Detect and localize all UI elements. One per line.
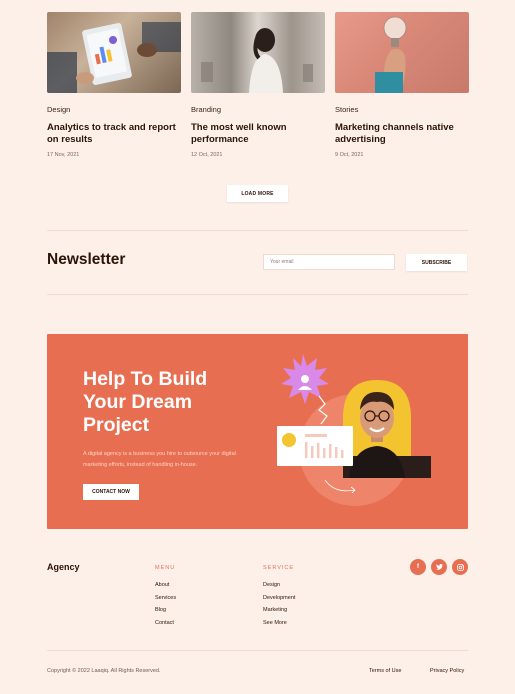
email-input[interactable] bbox=[263, 254, 395, 270]
terms-link[interactable]: Terms of Use bbox=[369, 668, 401, 674]
instagram-icon[interactable] bbox=[452, 559, 468, 575]
footer-link-blog[interactable]: Blog bbox=[155, 607, 176, 613]
divider bbox=[47, 650, 468, 651]
person-illustration bbox=[277, 354, 431, 506]
card-date: 9 Oct, 2021 bbox=[335, 152, 364, 158]
contact-now-button[interactable]: CONTACT NOW bbox=[83, 484, 139, 500]
newsletter-title: Newsletter bbox=[47, 251, 126, 268]
footer-link-about[interactable]: About bbox=[155, 582, 176, 588]
card-date: 12 Oct, 2021 bbox=[191, 152, 223, 158]
load-more-button[interactable]: LOAD MORE bbox=[227, 185, 288, 202]
social-links: f bbox=[410, 559, 468, 575]
brand-logo[interactable]: Agency bbox=[47, 562, 80, 572]
footer-service: SERVICE Design Development Marketing See… bbox=[263, 565, 295, 626]
lightbulb-hand-image[interactable] bbox=[335, 12, 469, 93]
divider bbox=[47, 294, 468, 295]
card-title[interactable]: The most well known performance bbox=[191, 122, 325, 145]
woman-back-image[interactable] bbox=[191, 12, 325, 93]
footer-link-development[interactable]: Development bbox=[263, 595, 295, 601]
footer-link-contact[interactable]: Contact bbox=[155, 620, 176, 626]
service-heading: SERVICE bbox=[263, 565, 295, 571]
card-category: Stories bbox=[335, 105, 359, 114]
footer-link-services[interactable]: Services bbox=[155, 595, 176, 601]
copyright-text: Copyright © 2022 Laaqiq. All Rights Rese… bbox=[47, 668, 161, 674]
card-category: Design bbox=[47, 105, 71, 114]
privacy-link[interactable]: Privacy Policy bbox=[430, 668, 464, 674]
divider bbox=[47, 230, 468, 231]
chart-card-icon bbox=[277, 426, 353, 466]
facebook-icon[interactable]: f bbox=[410, 559, 426, 575]
cta-title: Help To Build Your Dream Project bbox=[83, 368, 208, 436]
blog-card[interactable]: Design Analytics to track and report on … bbox=[47, 12, 181, 158]
blog-cards: Design Analytics to track and report on … bbox=[47, 12, 469, 158]
starburst-icon bbox=[281, 354, 329, 404]
footer-link-marketing[interactable]: Marketing bbox=[263, 607, 295, 613]
tablet-analytics-image[interactable] bbox=[47, 12, 181, 93]
footer-link-design[interactable]: Design bbox=[263, 582, 295, 588]
cta-banner: Help To Build Your Dream Project A digit… bbox=[47, 334, 468, 529]
card-title[interactable]: Marketing channels native advertising bbox=[335, 122, 469, 145]
subscribe-button[interactable]: SUBSCRIBE bbox=[406, 254, 467, 271]
card-category: Branding bbox=[191, 105, 222, 114]
card-title[interactable]: Analytics to track and report on results bbox=[47, 122, 181, 145]
twitter-icon[interactable] bbox=[431, 559, 447, 575]
cta-description: A digital agency is a business you hire … bbox=[83, 451, 236, 468]
blog-card[interactable]: Branding The most well known performance… bbox=[191, 12, 325, 158]
footer-menu: MENU About Services Blog Contact bbox=[155, 565, 176, 626]
blog-card[interactable]: Stories Marketing channels native advert… bbox=[335, 12, 469, 158]
menu-heading: MENU bbox=[155, 565, 176, 571]
card-date: 17 Nov, 2021 bbox=[47, 152, 80, 158]
footer-link-see-more[interactable]: See More bbox=[263, 620, 295, 626]
